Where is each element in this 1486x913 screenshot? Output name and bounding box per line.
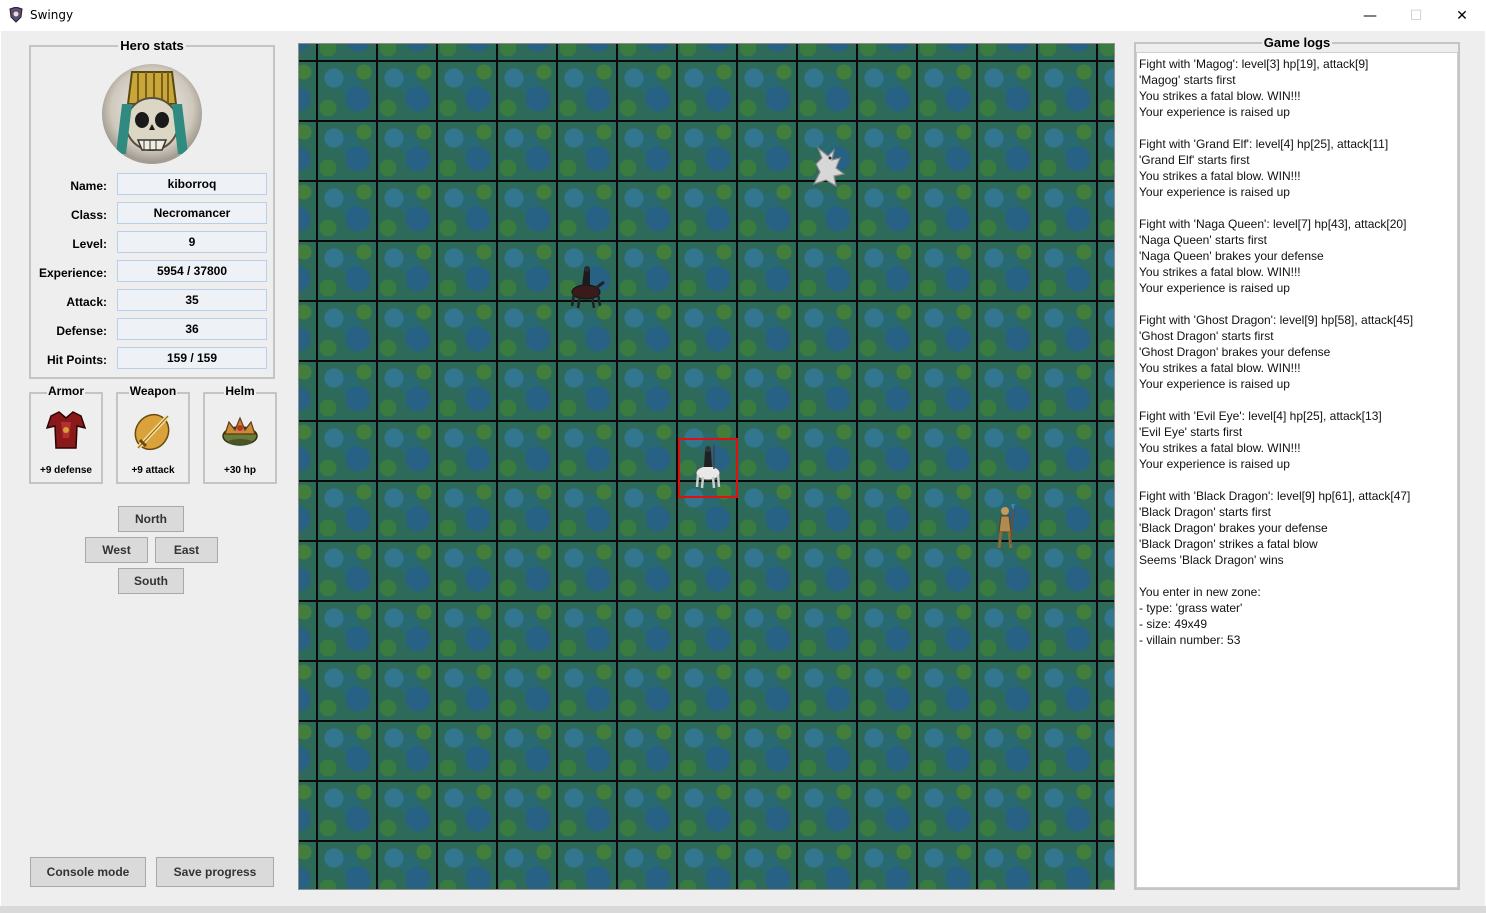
armor-slot: Armor +9 defense xyxy=(29,384,103,484)
experience-label: Experience: xyxy=(38,266,107,280)
hero-avatar xyxy=(102,64,202,164)
log-line: Your experience is raised up xyxy=(1139,281,1290,295)
log-line: 'Black Dragon' starts first xyxy=(1139,505,1271,519)
name-field: kiborroq xyxy=(117,173,267,195)
log-line: 'Naga Queen' starts first xyxy=(1139,233,1267,247)
game-map[interactable] xyxy=(298,43,1115,890)
spear-warrior-sprite[interactable] xyxy=(987,504,1027,550)
log-line: 'Magog' starts first xyxy=(1139,73,1236,87)
app-shield-icon xyxy=(9,7,23,23)
log-line: 'Naga Queen' brakes your defense xyxy=(1139,249,1324,263)
red-armor-icon xyxy=(45,411,87,449)
minimize-button[interactable]: — xyxy=(1347,0,1393,31)
log-line: You strikes a fatal blow. WIN!!! xyxy=(1139,265,1301,279)
window-bottom-edge xyxy=(0,906,1486,913)
game-logs-text[interactable]: Fight with 'Magog': level[3] hp[19], att… xyxy=(1136,52,1458,888)
log-line: Fight with 'Evil Eye': level[4] hp[25], … xyxy=(1139,409,1382,423)
east-button[interactable]: East xyxy=(155,537,218,563)
defense-label: Defense: xyxy=(56,324,107,338)
log-line: You strikes a fatal blow. WIN!!! xyxy=(1139,441,1301,455)
class-field: Necromancer xyxy=(117,202,267,224)
log-line: 'Black Dragon' brakes your defense xyxy=(1139,521,1328,535)
close-button[interactable]: ✕ xyxy=(1439,0,1485,31)
crown-helm-icon xyxy=(222,416,258,446)
hit-points-label: Hit Points: xyxy=(47,353,107,367)
helm-slot: Helm +30 hp xyxy=(203,384,277,484)
window-titlebar: Swingy — ☐ ✕ xyxy=(0,0,1486,31)
log-line: - type: 'grass water' xyxy=(1139,601,1243,615)
log-line: You strikes a fatal blow. WIN!!! xyxy=(1139,89,1301,103)
level-label: Level: xyxy=(72,237,107,251)
log-line: 'Evil Eye' starts first xyxy=(1139,425,1243,439)
log-line: - size: 49x49 xyxy=(1139,617,1208,631)
maximize-button[interactable]: ☐ xyxy=(1393,0,1439,31)
experience-field: 5954 / 37800 xyxy=(117,260,267,282)
console-mode-button[interactable]: Console mode xyxy=(30,857,146,887)
name-label: Name: xyxy=(70,179,107,193)
log-line: Fight with 'Naga Queen': level[7] hp[43]… xyxy=(1139,217,1407,231)
log-line: You enter in new zone: xyxy=(1139,585,1261,599)
log-line: You strikes a fatal blow. WIN!!! xyxy=(1139,169,1301,183)
weapon-slot: Weapon +9 attack xyxy=(116,384,190,484)
window-title: Swingy xyxy=(30,8,74,22)
log-line: You strikes a fatal blow. WIN!!! xyxy=(1139,361,1301,375)
helm-title: Helm xyxy=(224,384,256,398)
attack-label: Attack: xyxy=(66,295,107,309)
log-line: Fight with 'Black Dragon': level[9] hp[6… xyxy=(1139,489,1411,503)
weapon-title: Weapon xyxy=(128,384,178,398)
log-line: Your experience is raised up xyxy=(1139,457,1290,471)
west-button[interactable]: West xyxy=(85,537,148,563)
golden-sword-icon xyxy=(134,413,170,451)
log-line: 'Ghost Dragon' starts first xyxy=(1139,329,1274,343)
defense-field: 36 xyxy=(117,318,267,340)
log-line: Seems 'Black Dragon' wins xyxy=(1139,553,1284,567)
hero-knight-sprite[interactable] xyxy=(688,443,728,489)
armor-bonus: +9 defense xyxy=(40,465,92,476)
dark-horseman-sprite[interactable] xyxy=(566,264,606,310)
weapon-bonus: +9 attack xyxy=(131,465,175,476)
skull-avatar-icon xyxy=(116,71,188,154)
log-line: 'Grand Elf' starts first xyxy=(1139,153,1250,167)
log-line: 'Ghost Dragon' brakes your defense xyxy=(1139,345,1331,359)
level-field: 9 xyxy=(117,231,267,253)
helm-bonus: +30 hp xyxy=(224,465,256,476)
log-line: Fight with 'Ghost Dragon': level[9] hp[5… xyxy=(1139,313,1414,327)
armor-title: Armor xyxy=(46,384,85,398)
log-line: Your experience is raised up xyxy=(1139,377,1290,391)
log-line: - villain number: 53 xyxy=(1139,633,1241,647)
hit-points-field: 159 / 159 xyxy=(117,347,267,369)
log-line: Fight with 'Magog': level[3] hp[19], att… xyxy=(1139,57,1369,71)
white-dragon-sprite[interactable] xyxy=(808,144,848,190)
north-button[interactable]: North xyxy=(118,506,184,532)
class-label: Class: xyxy=(70,208,107,222)
hero-stats-panel: Hero stats Name: kiborroq Class: Necroma… xyxy=(29,38,275,379)
log-line: Your experience is raised up xyxy=(1139,185,1290,199)
save-progress-button[interactable]: Save progress xyxy=(156,857,274,887)
attack-field: 35 xyxy=(117,289,267,311)
log-line: Your experience is raised up xyxy=(1139,105,1290,119)
south-button[interactable]: South xyxy=(118,568,184,594)
log-line: Fight with 'Grand Elf': level[4] hp[25],… xyxy=(1139,137,1389,151)
log-line: 'Black Dragon' strikes a fatal blow xyxy=(1139,537,1318,551)
